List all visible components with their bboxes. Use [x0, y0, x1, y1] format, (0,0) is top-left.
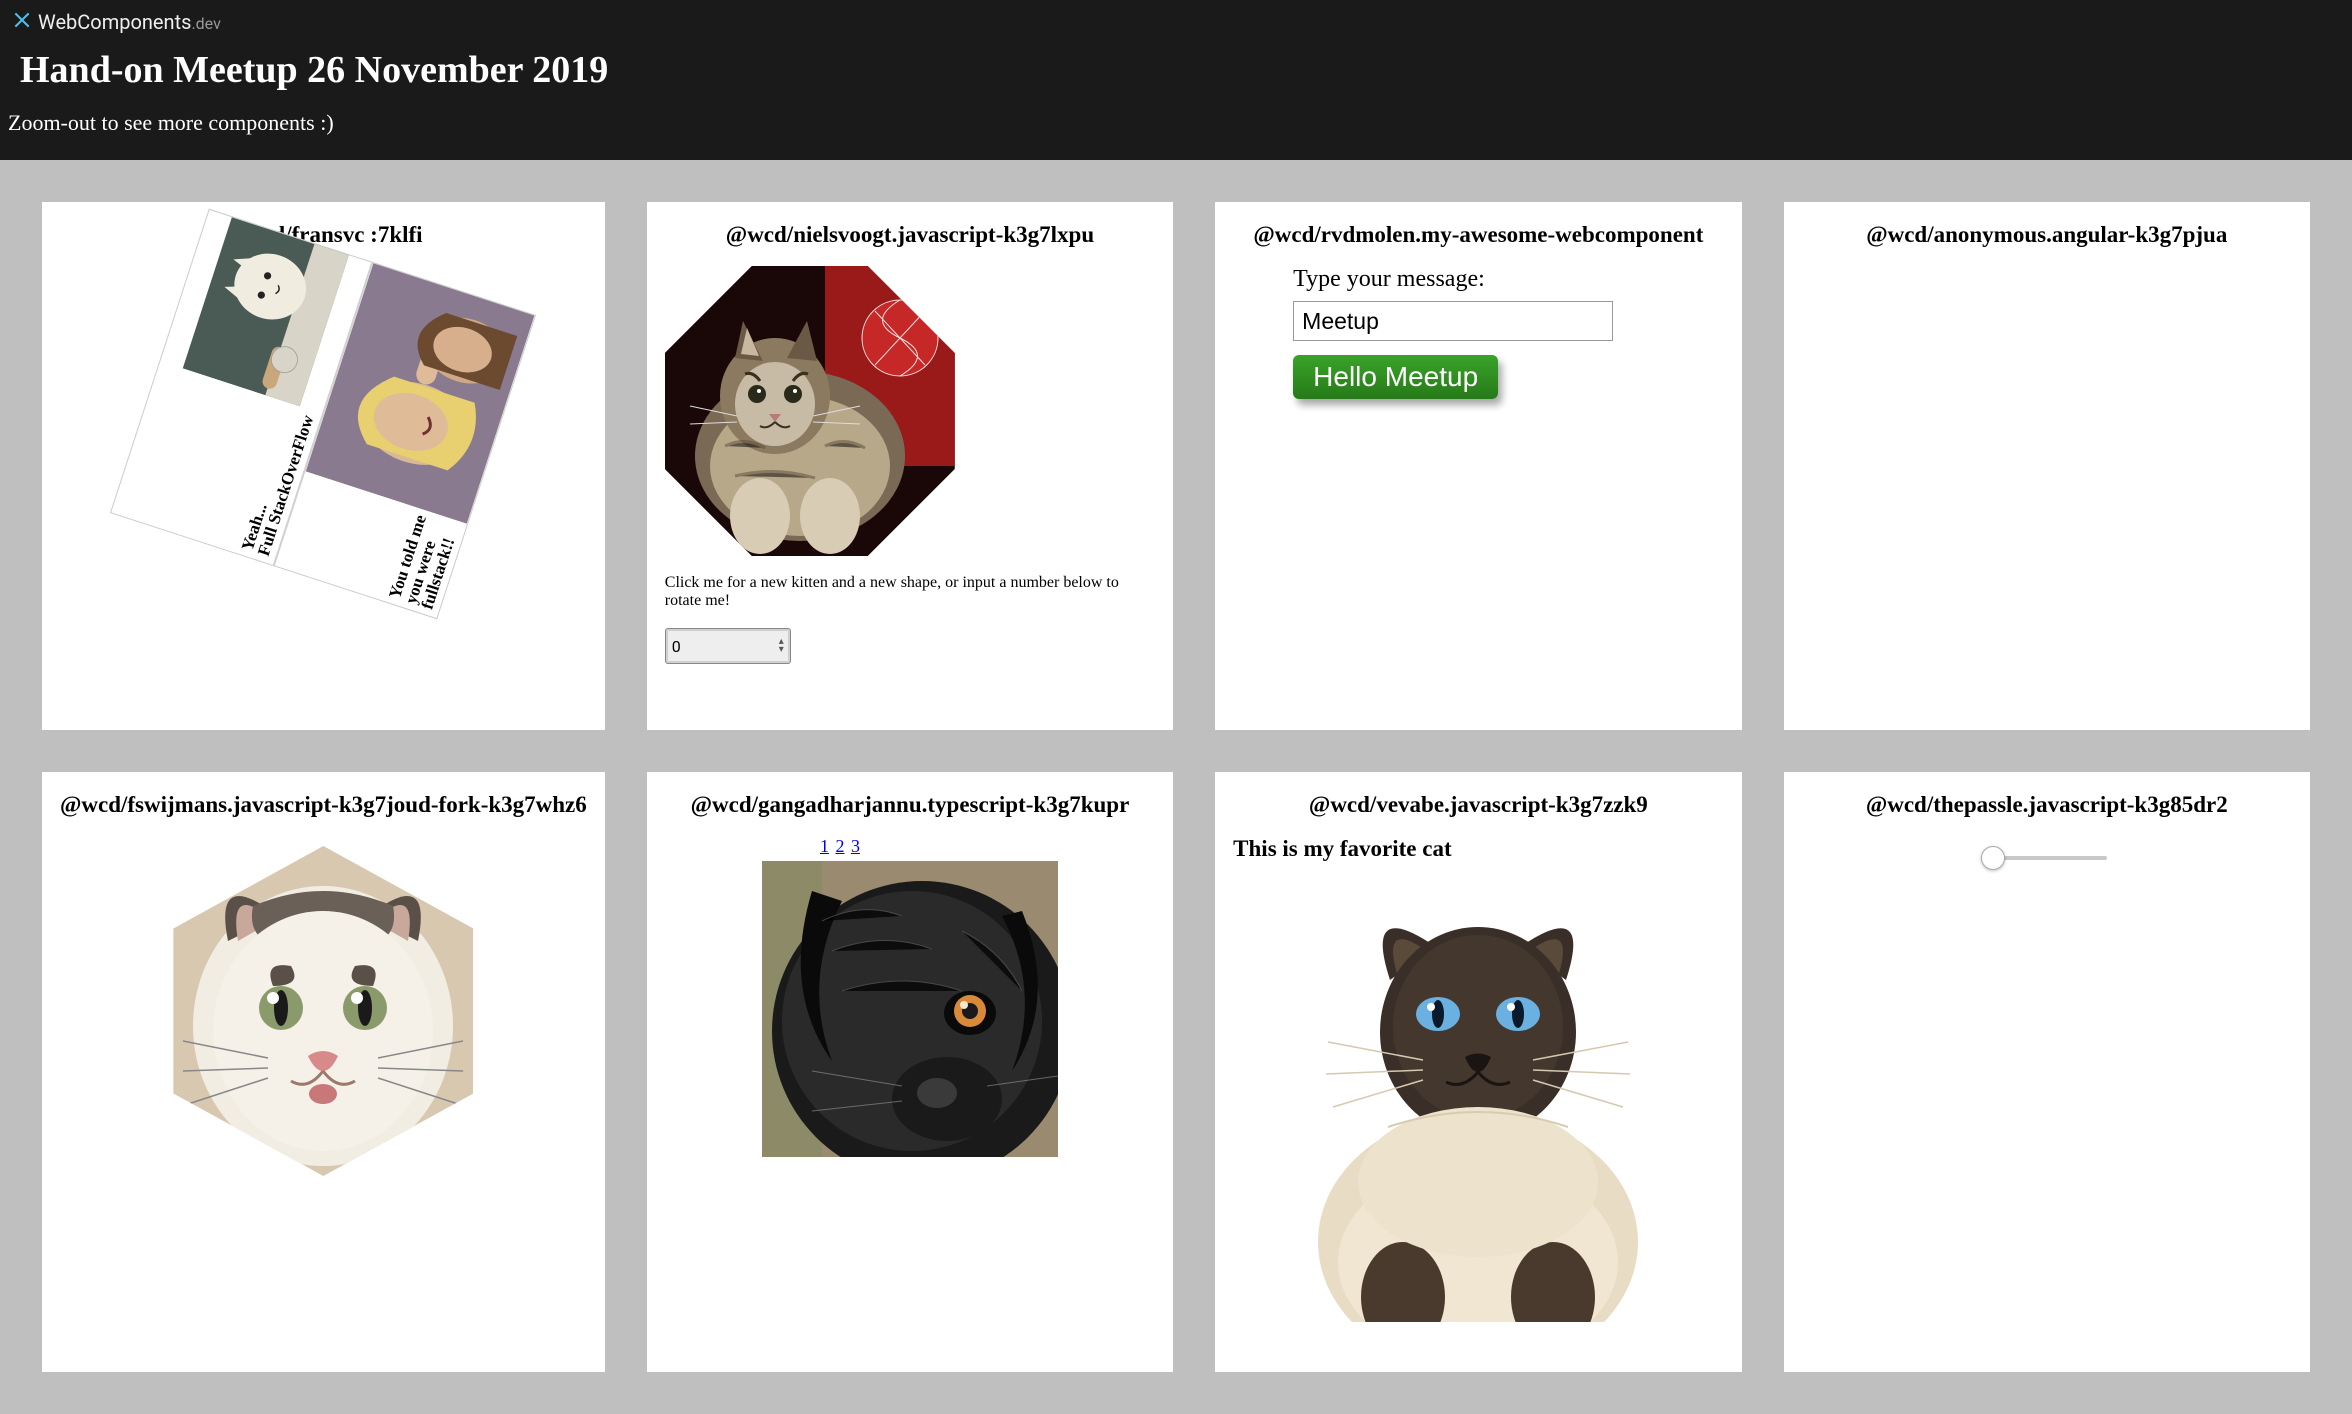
- cat-hexagon-image[interactable]: [173, 846, 473, 1176]
- card-title: @wcd/thepassle.javascript-k3g85dr2: [1866, 792, 2228, 818]
- message-label: Type your message:: [1293, 266, 1613, 293]
- card-title: @wcd/gangadharjannu.typescript-k3g7kupr: [691, 792, 1130, 818]
- stepper-icon[interactable]: ▴▾: [779, 638, 784, 654]
- component-card: @wcd/rvdmolen.my-awesome-webcomponent Ty…: [1215, 202, 1741, 730]
- tab-link-3[interactable]: 3: [851, 836, 860, 856]
- page-title: Hand-on Meetup 26 November 2019: [20, 48, 2340, 92]
- component-card: @wcd/anonymous.angular-k3g7pjua: [1784, 202, 2310, 730]
- component-card: @wcd/thepassle.javascript-k3g85dr2: [1784, 772, 2310, 1372]
- slider-thumb-icon[interactable]: [1981, 846, 2005, 870]
- kitten-octagon-image[interactable]: [665, 266, 955, 556]
- card-title: @wcd/rvdmolen.my-awesome-webcomponent: [1253, 222, 1703, 248]
- app-header: WebComponents.dev Hand-on Meetup 26 Nove…: [0, 0, 2352, 160]
- brand[interactable]: WebComponents.dev: [12, 10, 2340, 34]
- card-title: @wcd/fswijmans.javascript-k3g7joud-fork-…: [60, 792, 587, 818]
- component-card: @wcd/fransvc :7klfi Yeah...Full StackOve…: [42, 202, 605, 730]
- number-input-value: 0: [672, 637, 681, 656]
- tab-link-2[interactable]: 2: [835, 836, 844, 856]
- component-card: @wcd/gangadharjannu.typescript-k3g7kupr …: [647, 772, 1173, 1372]
- tab-link-1[interactable]: 1: [820, 836, 829, 856]
- card-title: @wcd/vevabe.javascript-k3g7zzk9: [1309, 792, 1648, 818]
- meme-image[interactable]: Yeah...Full StackOverFlow: [110, 209, 536, 620]
- greeting-badge: Hello Meetup: [1293, 355, 1498, 399]
- card-title: @wcd/nielsvoogt.javascript-k3g7lxpu: [726, 222, 1094, 248]
- component-grid: @wcd/fransvc :7klfi Yeah...Full StackOve…: [0, 160, 2352, 1414]
- page-subtitle: Zoom-out to see more components :): [8, 110, 2340, 136]
- slider-track[interactable]: [1987, 856, 2107, 860]
- rotation-number-input[interactable]: 0 ▴▾: [665, 628, 791, 664]
- component-card: @wcd/fswijmans.javascript-k3g7joud-fork-…: [42, 772, 605, 1372]
- brand-logo-icon: [12, 10, 32, 34]
- message-input[interactable]: [1293, 301, 1613, 341]
- tab-links: 1 2 3: [819, 836, 861, 857]
- kitten-instructions: Click me for a new kitten and a new shap…: [665, 574, 1155, 610]
- component-card: @wcd/vevabe.javascript-k3g7zzk9 This is …: [1215, 772, 1741, 1372]
- range-slider[interactable]: [1987, 856, 2107, 860]
- brand-name: WebComponents.dev: [38, 10, 221, 34]
- card-title: @wcd/anonymous.angular-k3g7pjua: [1866, 222, 2227, 248]
- component-card: @wcd/nielsvoogt.javascript-k3g7lxpu: [647, 202, 1173, 730]
- favorite-cat-heading: This is my favorite cat: [1233, 836, 1451, 862]
- meme-bottom-caption: You told meyou werefullstack!!: [381, 506, 468, 618]
- dog-image[interactable]: [762, 861, 1058, 1157]
- siamese-cat-image[interactable]: [1268, 882, 1688, 1322]
